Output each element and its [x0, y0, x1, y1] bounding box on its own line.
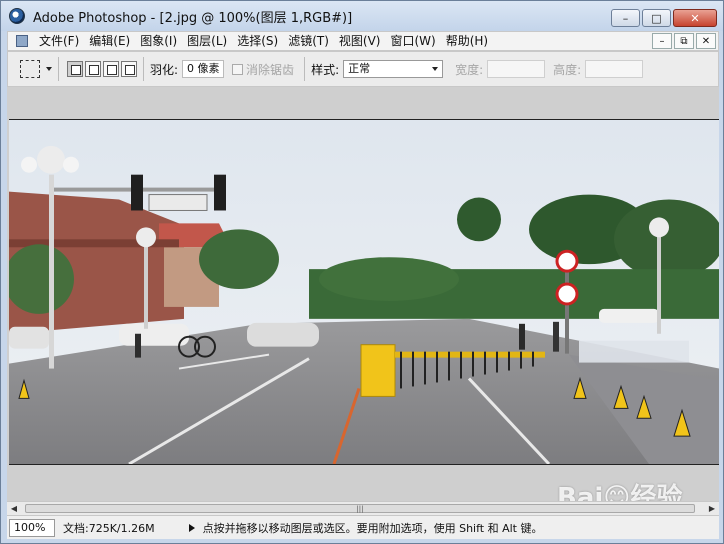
tool-preset-dropdown-icon[interactable]	[46, 67, 52, 71]
minimize-button[interactable]: –	[611, 9, 640, 27]
menu-layer[interactable]: 图层(L)	[182, 32, 232, 50]
title-bar[interactable]: Adobe Photoshop - [2.jpg @ 100%(图层 1,RGB…	[1, 1, 723, 31]
rectangular-marquee-icon[interactable]	[20, 60, 40, 78]
menu-filter[interactable]: 滤镜(T)	[283, 32, 334, 50]
style-value: 正常	[348, 62, 371, 75]
separator	[304, 57, 306, 81]
doc-minimize-button[interactable]: –	[652, 33, 672, 49]
status-bar: 100% 文档:725K/1.26M 点按并拖移以移动图层或选区。要用附加选项，…	[7, 515, 719, 539]
scroll-thumb[interactable]: |||	[25, 504, 695, 513]
window-controls: – □ ✕	[611, 9, 717, 27]
close-button[interactable]: ✕	[673, 9, 717, 27]
window-title: Adobe Photoshop - [2.jpg @ 100%(图层 1,RGB…	[33, 10, 353, 26]
menu-view[interactable]: 视图(V)	[334, 32, 386, 50]
subtract-selection-icon[interactable]	[103, 61, 119, 77]
workspace[interactable]	[7, 87, 719, 501]
chevron-down-icon	[432, 67, 439, 71]
separator	[143, 57, 144, 81]
new-selection-icon[interactable]	[67, 61, 83, 77]
zoom-level-input[interactable]: 100%	[9, 518, 55, 537]
width-input[interactable]	[487, 60, 546, 78]
scroll-right-icon[interactable]: ▶	[705, 502, 719, 515]
menu-help[interactable]: 帮助(H)	[441, 32, 493, 50]
doc-restore-button[interactable]: ⧉	[674, 33, 694, 49]
height-label: 高度:	[553, 62, 582, 77]
feather-label: 羽化:	[150, 62, 179, 77]
width-label: 宽度:	[455, 62, 484, 77]
horizontal-scrollbar[interactable]: ◀ ||| ▶	[7, 501, 719, 515]
document-controls: – ⧉ ✕	[652, 33, 716, 49]
menu-file[interactable]: 文件(F)	[34, 32, 84, 50]
add-selection-icon[interactable]	[85, 61, 101, 77]
photoshop-window: Adobe Photoshop - [2.jpg @ 100%(图层 1,RGB…	[0, 0, 724, 544]
maximize-button[interactable]: □	[642, 9, 671, 27]
style-select[interactable]: 正常	[343, 60, 444, 78]
menu-image[interactable]: 图象(I)	[135, 32, 182, 50]
tool-hint-text: 点按并拖移以移动图层或选区。要用附加选项，使用 Shift 和 Alt 键。	[202, 521, 543, 535]
style-label: 样式:	[311, 62, 340, 77]
photoshop-app-icon[interactable]	[9, 8, 25, 24]
options-bar: 羽化: 0 像素 消除锯齿 样式: 正常 宽度: 高度:	[7, 51, 719, 87]
status-menu-arrow-icon[interactable]	[188, 523, 195, 532]
height-input[interactable]	[585, 60, 644, 78]
menu-select[interactable]: 选择(S)	[232, 32, 283, 50]
menu-bar: 文件(F) 编辑(E) 图象(I) 图层(L) 选择(S) 滤镜(T) 视图(V…	[7, 31, 719, 51]
menu-window[interactable]: 窗口(W)	[385, 32, 440, 50]
document-size-info: 文档:725K/1.26M	[63, 521, 155, 535]
document-icon[interactable]	[16, 35, 28, 47]
menu-edit[interactable]: 编辑(E)	[84, 32, 135, 50]
feather-input[interactable]: 0 像素	[182, 60, 225, 78]
separator	[58, 57, 59, 81]
street-photo	[9, 120, 719, 464]
document-canvas[interactable]	[9, 119, 719, 465]
antialias-checkbox[interactable]	[232, 63, 244, 75]
doc-close-button[interactable]: ✕	[696, 33, 716, 49]
intersect-selection-icon[interactable]	[121, 61, 137, 77]
antialias-label: 消除锯齿	[246, 62, 295, 77]
scroll-grip-icon: |||	[356, 504, 364, 513]
scroll-left-icon[interactable]: ◀	[7, 502, 21, 515]
